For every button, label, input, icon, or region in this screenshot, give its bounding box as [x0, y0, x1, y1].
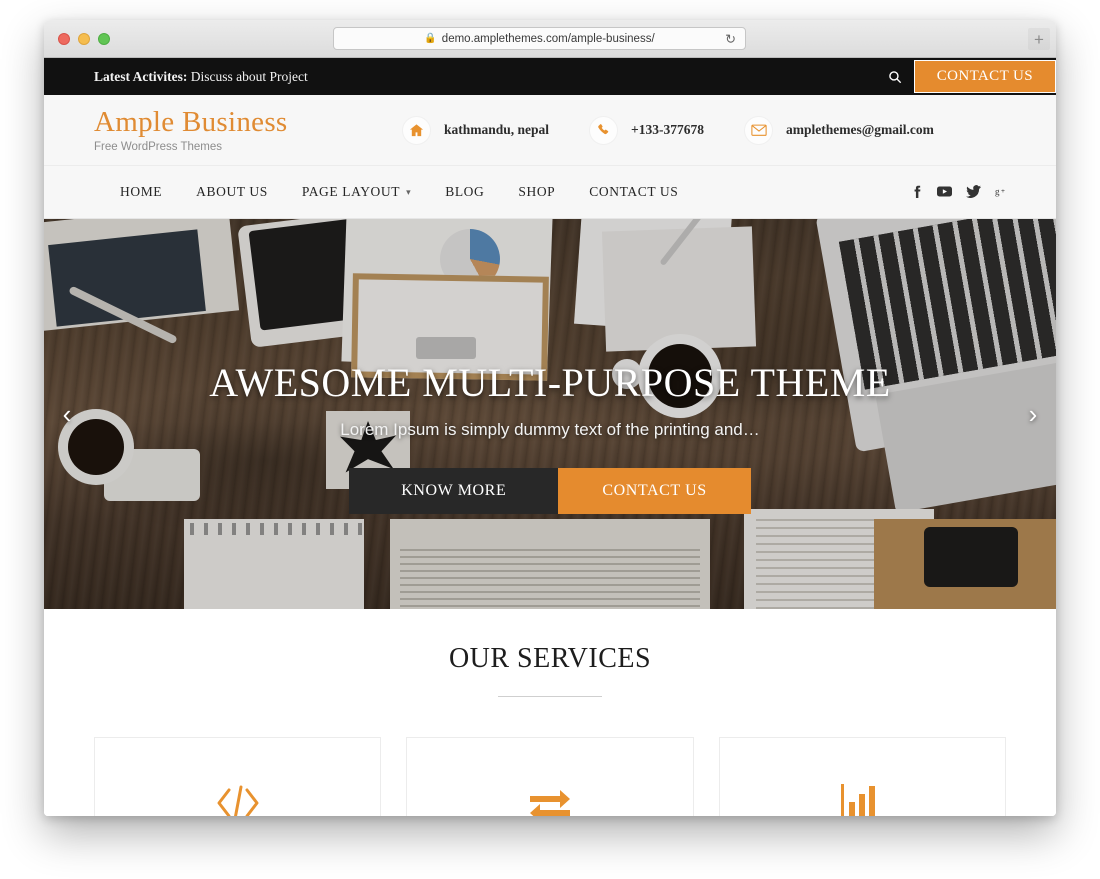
hero-title: AWESOME MULTI-PURPOSE THEME: [209, 360, 891, 405]
service-card-ecommerce[interactable]: Ready For E-commerce: [406, 737, 694, 816]
new-tab-button[interactable]: +: [1028, 28, 1050, 50]
contact-info-phone-text: +133-377678: [631, 122, 704, 137]
googleplus-icon[interactable]: g +: [995, 185, 1010, 200]
know-more-button[interactable]: KNOW MORE: [349, 468, 559, 514]
contact-info-list: kathmandu, nepal +133-377678 amplethemes…: [402, 115, 934, 145]
browser-window: 🔒 demo.amplethemes.com/ample-business/ ↻…: [44, 20, 1056, 816]
hero-contact-button[interactable]: CONTACT US: [558, 468, 751, 514]
topbar-contact-button[interactable]: CONTACT US: [913, 60, 1056, 93]
nav-item-blog[interactable]: BLOG: [445, 184, 484, 200]
close-button[interactable]: [58, 33, 70, 45]
address-bar[interactable]: 🔒 demo.amplethemes.com/ample-business/ ↻: [333, 27, 746, 50]
svg-text:g: g: [995, 186, 1000, 196]
contact-info-address-text: kathmandu, nepal: [444, 122, 550, 137]
nav-item-contact-us[interactable]: CONTACT US: [589, 184, 678, 200]
main-navigation: HOME ABOUT US PAGE LAYOUT ▾ BLOG SHOP CO…: [44, 166, 1056, 219]
latest-activity-label: Latest Activites:: [94, 68, 188, 84]
services-cards: Digital Solution Ready For E-commerce: [44, 697, 1056, 816]
hero-buttons: KNOW MORE CONTACT US: [44, 468, 1056, 514]
services-title: OUR SERVICES: [448, 643, 652, 674]
minimize-button[interactable]: [78, 33, 90, 45]
site-header: Ample Business Free WordPress Themes kat…: [44, 95, 1056, 166]
window-controls[interactable]: [58, 33, 110, 45]
browser-titlebar: 🔒 demo.amplethemes.com/ample-business/ ↻…: [44, 20, 1056, 58]
slider-prev-arrow[interactable]: ‹: [50, 393, 84, 435]
contact-info-address: kathmandu, nepal: [402, 115, 550, 145]
nav-item-shop[interactable]: SHOP: [518, 184, 555, 200]
reload-icon[interactable]: ↻: [725, 32, 736, 45]
barchart-icon: [730, 776, 995, 816]
service-card-digital-solution[interactable]: Digital Solution: [94, 737, 382, 816]
slider-next-arrow[interactable]: ›: [1016, 393, 1050, 435]
lock-icon: 🔒: [424, 32, 437, 44]
maximize-button[interactable]: [98, 33, 110, 45]
hero-slider: ‹ › AWESOME MULTI-PURPOSE THEME Lorem Ip…: [44, 219, 1056, 609]
contact-info-email: amplethemes@gmail.com: [744, 115, 934, 145]
services-section: OUR SERVICES Digital Solution: [44, 609, 1056, 816]
latest-activity: Latest Activites: Discuss about Project: [94, 69, 308, 85]
code-icon: [105, 776, 370, 816]
address-bar-url: demo.amplethemes.com/ample-business/: [441, 32, 655, 45]
search-icon[interactable]: [876, 58, 914, 95]
nav-item-about-us[interactable]: ABOUT US: [196, 184, 268, 200]
contact-info-phone: +133-377678: [589, 115, 704, 145]
home-icon: [402, 115, 431, 145]
contact-info-email-text: amplethemes@gmail.com: [786, 122, 934, 137]
hero-content: AWESOME MULTI-PURPOSE THEME Lorem Ipsum …: [44, 359, 1056, 514]
twitter-icon[interactable]: [966, 184, 981, 200]
nav-menu: HOME ABOUT US PAGE LAYOUT ▾ BLOG SHOP CO…: [120, 184, 678, 200]
nav-item-about-us-label: ABOUT US: [196, 184, 268, 199]
envelope-icon: [744, 115, 773, 145]
brand[interactable]: Ample Business Free WordPress Themes: [94, 105, 394, 154]
social-links: g +: [910, 184, 1010, 200]
facebook-icon[interactable]: [910, 185, 923, 200]
nav-item-home[interactable]: HOME: [120, 184, 162, 200]
nav-item-page-layout[interactable]: PAGE LAYOUT ▾: [302, 184, 411, 200]
brand-tagline: Free WordPress Themes: [94, 141, 223, 154]
nav-item-blog-label: BLOG: [445, 184, 485, 199]
announcement-bar: Latest Activites: Discuss about Project …: [44, 58, 1056, 95]
chevron-down-icon: ▾: [406, 186, 412, 197]
exchange-icon: [417, 776, 682, 816]
nav-item-shop-label: SHOP: [518, 184, 556, 199]
phone-icon: [589, 115, 619, 145]
latest-activity-text: Discuss about Project: [190, 68, 308, 84]
page-viewport: Latest Activites: Discuss about Project …: [44, 58, 1056, 816]
hero-subtitle: Lorem Ipsum is simply dummy text of the …: [340, 420, 760, 439]
svg-text:+: +: [1001, 188, 1005, 195]
service-card-grow-business[interactable]: Grow Business: [718, 737, 1006, 816]
nav-item-home-label: HOME: [120, 184, 163, 199]
brand-title: Ample Business: [94, 105, 288, 138]
nav-item-page-layout-label: PAGE LAYOUT: [301, 184, 401, 199]
youtube-icon[interactable]: [937, 185, 952, 200]
announcement-bar-actions: CONTACT US: [876, 58, 1056, 95]
nav-item-contact-us-label: CONTACT US: [589, 184, 679, 199]
